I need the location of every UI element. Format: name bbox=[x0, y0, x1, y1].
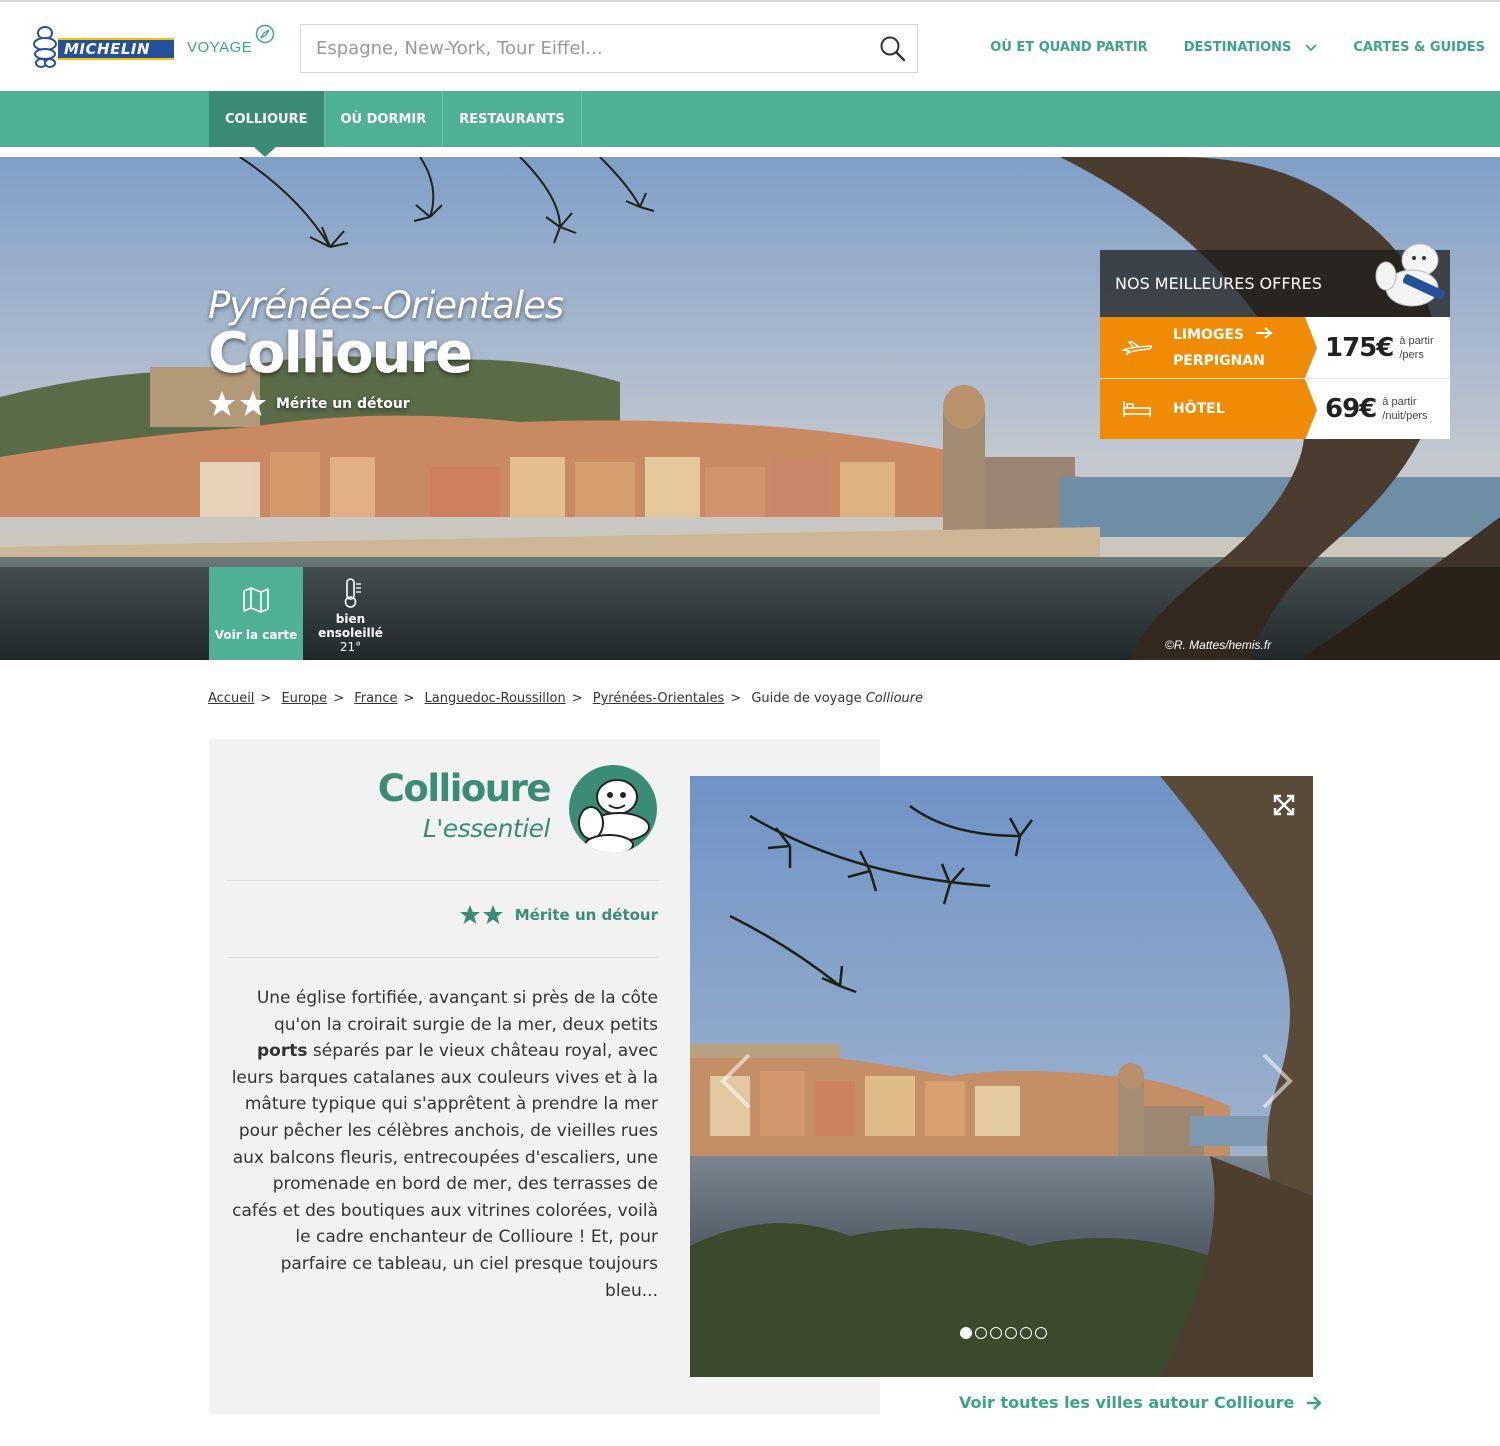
hotel-label: HÔTEL bbox=[1173, 401, 1225, 417]
search-bar bbox=[300, 24, 918, 73]
flight-unit-line2: /pers bbox=[1399, 348, 1424, 361]
voyage-label: VOYAGE bbox=[187, 38, 253, 56]
flight-price-unit: à partir /pers bbox=[1399, 334, 1433, 362]
gallery-next-arrow-icon[interactable] bbox=[1258, 1051, 1298, 1111]
gallery-dot[interactable] bbox=[1005, 1327, 1017, 1339]
plane-icon bbox=[1120, 340, 1152, 355]
gallery-dot[interactable] bbox=[960, 1327, 972, 1339]
hotel-unit-line1: à partir bbox=[1382, 396, 1417, 408]
photo-gallery bbox=[690, 776, 1313, 1377]
gallery-prev-arrow-icon[interactable] bbox=[715, 1051, 755, 1111]
breadcrumb-france[interactable]: France bbox=[354, 691, 397, 706]
flight-unit-line1: à partir bbox=[1399, 334, 1434, 347]
description-text-part: séparés par le vieux château royal, avec… bbox=[231, 1041, 658, 1301]
description-link-ports[interactable]: ports bbox=[257, 1041, 307, 1061]
bibendum-mascot-icon bbox=[1375, 243, 1446, 307]
breadcrumb-current-prefix: Guide de voyage bbox=[751, 691, 862, 706]
photo-credit: ©R. Mattes/hemis.fr bbox=[1165, 638, 1272, 652]
hero-banner: Pyrénées-Orientales Collioure Mérite un … bbox=[0, 157, 1500, 660]
fullscreen-icon[interactable] bbox=[1273, 794, 1295, 816]
breadcrumb-current-name: Collioure bbox=[865, 691, 924, 706]
see-all-nearby-cities-link[interactable]: Voir toutes les villes autour Collioure bbox=[959, 1393, 1323, 1412]
breadcrumb-languedoc-roussillon[interactable]: Languedoc-Roussillon bbox=[425, 691, 566, 706]
chevron-down-icon bbox=[1305, 43, 1318, 51]
best-offers-header: NOS MEILLEURES OFFRES bbox=[1100, 243, 1450, 317]
gallery-dot[interactable] bbox=[990, 1327, 1002, 1339]
flight-offer-route: LIMOGES PERPIGNAN bbox=[1100, 317, 1317, 378]
divider bbox=[227, 880, 659, 881]
gallery-dot[interactable] bbox=[1035, 1327, 1047, 1339]
bibendum-avatar bbox=[569, 765, 657, 853]
breadcrumb-pyrenees-orientales[interactable]: Pyrénées-Orientales bbox=[593, 691, 725, 706]
two-stars-icon bbox=[459, 905, 503, 924]
flight-from: LIMOGES bbox=[1173, 326, 1245, 343]
essentiel-city: Collioure bbox=[377, 767, 552, 810]
search-icon[interactable] bbox=[879, 35, 907, 63]
view-map-label: Voir la carte bbox=[214, 627, 298, 642]
top-navigation: OÙ ET QUAND PARTIR DESTINATIONS CARTES &… bbox=[990, 40, 1485, 55]
essentiel-description: Une église fortifiée, avançant si près d… bbox=[227, 985, 658, 1304]
breadcrumb: Accueil > Europe > France > Languedoc-Rouss… bbox=[208, 691, 924, 706]
view-map-button[interactable]: Voir la carte bbox=[209, 567, 303, 660]
description-text-part: Une église fortifiée, avançant si près d… bbox=[256, 988, 658, 1035]
hero-city-name: Collioure bbox=[208, 321, 473, 386]
essentiel-title: Collioure L'essentiel bbox=[377, 767, 552, 843]
weather-temperature: 21° bbox=[339, 640, 362, 654]
weather-label: bien ensoleillé bbox=[318, 612, 383, 640]
hotel-offer[interactable]: HÔTEL 69€ à partir /nuit/pers bbox=[1100, 378, 1450, 440]
see-all-label: Voir toutes les villes autour Collioure bbox=[959, 1393, 1295, 1412]
divider bbox=[227, 957, 659, 958]
bed-icon bbox=[1122, 401, 1151, 417]
michelin-voyage-logo[interactable]: MICHELIN VOYAGE bbox=[30, 24, 252, 70]
two-stars-icon bbox=[209, 391, 266, 416]
best-offers-panel: NOS MEILLEURES OFFRES LIMOGES PERPIGNAN … bbox=[1100, 243, 1450, 440]
hotel-price-unit: à partir /nuit/pers bbox=[1382, 395, 1427, 423]
gallery-dot[interactable] bbox=[975, 1327, 987, 1339]
gallery-photo bbox=[690, 776, 1313, 1377]
tab-restaurants[interactable]: RESTAURANTS bbox=[443, 91, 582, 147]
hotel-offer-label: HÔTEL bbox=[1100, 379, 1317, 440]
gallery-dot[interactable] bbox=[1020, 1327, 1032, 1339]
compass-icon bbox=[255, 24, 275, 44]
hero-rating-label: Mérite un détour bbox=[276, 396, 410, 412]
hotel-unit-line2: /nuit/pers bbox=[1382, 410, 1428, 422]
essentiel-rating: Mérite un détour bbox=[459, 904, 658, 926]
nav-destinations-label: DESTINATIONS bbox=[1183, 40, 1292, 55]
hotel-price: 69€ bbox=[1325, 394, 1377, 424]
search-input[interactable] bbox=[301, 25, 879, 72]
essentiel-rating-label: Mérite un détour bbox=[514, 906, 658, 924]
top-header: MICHELIN VOYAGE OÙ ET QUAND PARTIR DESTI… bbox=[0, 0, 1500, 91]
best-offers-title: NOS MEILLEURES OFFRES bbox=[1115, 274, 1322, 293]
bibendum-logo-icon bbox=[33, 26, 57, 68]
section-subnav: COLLIOURE OÙ DORMIR RESTAURANTS bbox=[0, 91, 1500, 157]
michelin-wordmark: MICHELIN bbox=[58, 38, 174, 60]
gallery-pagination bbox=[960, 1327, 1047, 1339]
essentiel-subtitle: L'essentiel bbox=[422, 814, 551, 843]
breadcrumb-accueil[interactable]: Accueil bbox=[208, 691, 254, 706]
flight-to: PERPIGNAN bbox=[1173, 352, 1265, 369]
arrow-right-icon bbox=[1255, 326, 1273, 339]
map-icon bbox=[243, 586, 269, 613]
tab-ou-dormir[interactable]: OÙ DORMIR bbox=[325, 91, 444, 147]
nav-ou-et-quand-partir[interactable]: OÙ ET QUAND PARTIR bbox=[990, 40, 1147, 55]
michelin-logo: MICHELIN bbox=[30, 24, 175, 70]
weather-widget: bien ensoleillé 21° bbox=[303, 577, 398, 654]
flight-offer[interactable]: LIMOGES PERPIGNAN 175€ à partir /pers bbox=[1100, 317, 1450, 378]
hero-rating: Mérite un détour bbox=[208, 390, 563, 418]
tab-collioure[interactable]: COLLIOURE bbox=[209, 91, 325, 157]
nav-destinations[interactable]: DESTINATIONS bbox=[1184, 40, 1318, 55]
thermometer-icon bbox=[344, 578, 361, 608]
breadcrumb-europe[interactable]: Europe bbox=[281, 691, 327, 706]
flight-price: 175€ bbox=[1325, 332, 1394, 363]
hero-title: Pyrénées-Orientales Collioure Mérite un … bbox=[208, 284, 564, 418]
arrow-right-icon bbox=[1307, 1395, 1323, 1410]
bibendum-icon bbox=[578, 779, 650, 853]
nav-cartes-guides[interactable]: CARTES & GUIDES bbox=[1353, 40, 1485, 55]
